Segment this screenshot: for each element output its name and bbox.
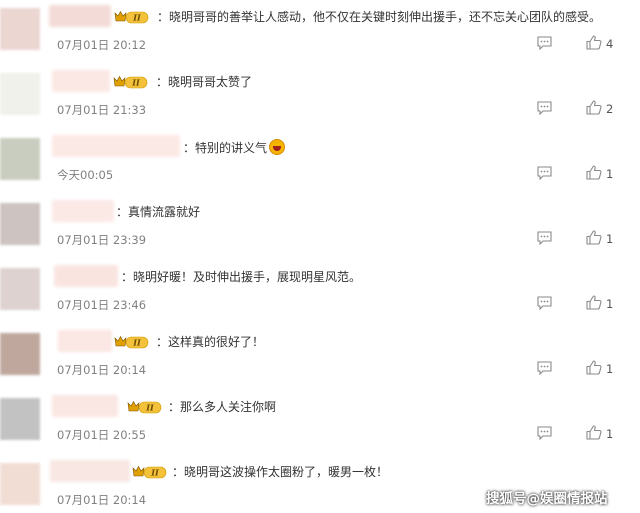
like-count: 1	[606, 167, 614, 181]
avatar[interactable]	[0, 268, 40, 310]
like-icon[interactable]	[586, 35, 602, 50]
comment-time: 07月01日 23:39	[57, 233, 147, 247]
like-count: 4	[606, 37, 614, 51]
avatar[interactable]	[0, 333, 40, 375]
comment-item: ：真情流露就好 07月01日 23:39 1	[0, 195, 640, 260]
username[interactable]	[52, 135, 180, 157]
comment-time: 07月01日 20:14	[57, 493, 147, 507]
username[interactable]	[52, 70, 110, 92]
member-badge-icon: II	[114, 335, 149, 349]
comment-time: 07月01日 23:46	[57, 298, 147, 312]
avatar[interactable]	[0, 463, 40, 505]
svg-text:II: II	[150, 468, 159, 478]
comment-time: 07月01日 20:12	[57, 38, 147, 52]
comment-item: II ：晓明哥哥的善举让人感动，他不仅在关键时刻伸出援手，还不忘关心团队的感受。…	[0, 0, 640, 65]
member-badge-icon: II	[132, 465, 167, 479]
svg-text:II: II	[132, 13, 141, 23]
username[interactable]	[52, 200, 114, 222]
comment-text: ：这样真的很好了！	[156, 335, 265, 349]
reply-icon[interactable]	[537, 296, 552, 310]
like-icon[interactable]	[586, 230, 602, 245]
comment-item: II ：晓明哥哥太赞了 07月01日 21:33 2	[0, 65, 640, 130]
comment-text: ：晓明哥哥的善举让人感动，他不仅在关键时刻伸出援手，还不忘关心团队的感受。	[157, 10, 602, 24]
watermark: 搜狐号@娱圈情报站	[486, 491, 608, 507]
comment-text: ：那么多人关注你啊	[168, 400, 277, 414]
avatar[interactable]	[0, 398, 40, 440]
svg-text:II: II	[131, 78, 140, 88]
comment-text: ：特别的讲义气	[183, 139, 286, 156]
like-icon[interactable]	[586, 165, 602, 180]
svg-text:II: II	[132, 338, 141, 348]
member-badge-icon: II	[114, 10, 149, 24]
comment-time: 07月01日 21:33	[57, 103, 147, 117]
like-count: 1	[606, 232, 614, 246]
like-count: 1	[606, 362, 614, 376]
username[interactable]	[50, 460, 130, 482]
comment-time: 今天00:05	[57, 168, 114, 182]
like-count: 2	[606, 102, 614, 116]
username[interactable]	[52, 395, 118, 417]
comment-text: ：晓明好暖！及时伸出援手，展现明星风范。	[121, 270, 362, 284]
comment-time: 07月01日 20:55	[57, 428, 147, 442]
like-count: 1	[606, 297, 614, 311]
avatar[interactable]	[0, 73, 40, 115]
member-badge-icon: II	[127, 400, 162, 414]
comment-text: ：真情流露就好	[116, 205, 201, 219]
like-count: 1	[606, 427, 614, 441]
like-icon[interactable]	[586, 295, 602, 310]
comment-text: ：晓明哥哥太赞了	[156, 75, 253, 89]
comment-time: 07月01日 20:14	[57, 363, 147, 377]
like-icon[interactable]	[586, 360, 602, 375]
comment-item: II ：那么多人关注你啊 07月01日 20:55 1	[0, 390, 640, 455]
reply-icon[interactable]	[537, 361, 552, 375]
avatar[interactable]	[0, 8, 40, 50]
member-badge-icon: II	[113, 75, 148, 89]
comment-text-content: ：特别的讲义气	[183, 141, 268, 155]
avatar[interactable]	[0, 138, 40, 180]
avatar[interactable]	[0, 203, 40, 245]
like-icon[interactable]	[586, 425, 602, 440]
comment-item: II ：这样真的很好了！ 07月01日 20:14 1	[0, 325, 640, 390]
username[interactable]	[49, 5, 111, 27]
laughing-emoji-icon	[269, 139, 286, 155]
comment-item: ：晓明好暖！及时伸出援手，展现明星风范。 07月01日 23:46 1	[0, 260, 640, 325]
comment-text: ：晓明哥这波操作太圈粉了，暖男一枚！	[172, 465, 389, 479]
username[interactable]	[54, 265, 118, 287]
comment-item: ：特别的讲义气 今天00:05 1	[0, 130, 640, 195]
reply-icon[interactable]	[537, 426, 552, 440]
reply-icon[interactable]	[537, 101, 552, 115]
like-icon[interactable]	[586, 100, 602, 115]
username[interactable]	[58, 330, 112, 352]
reply-icon[interactable]	[537, 166, 552, 180]
reply-icon[interactable]	[537, 36, 552, 50]
svg-text:II: II	[145, 403, 154, 413]
reply-icon[interactable]	[537, 231, 552, 245]
